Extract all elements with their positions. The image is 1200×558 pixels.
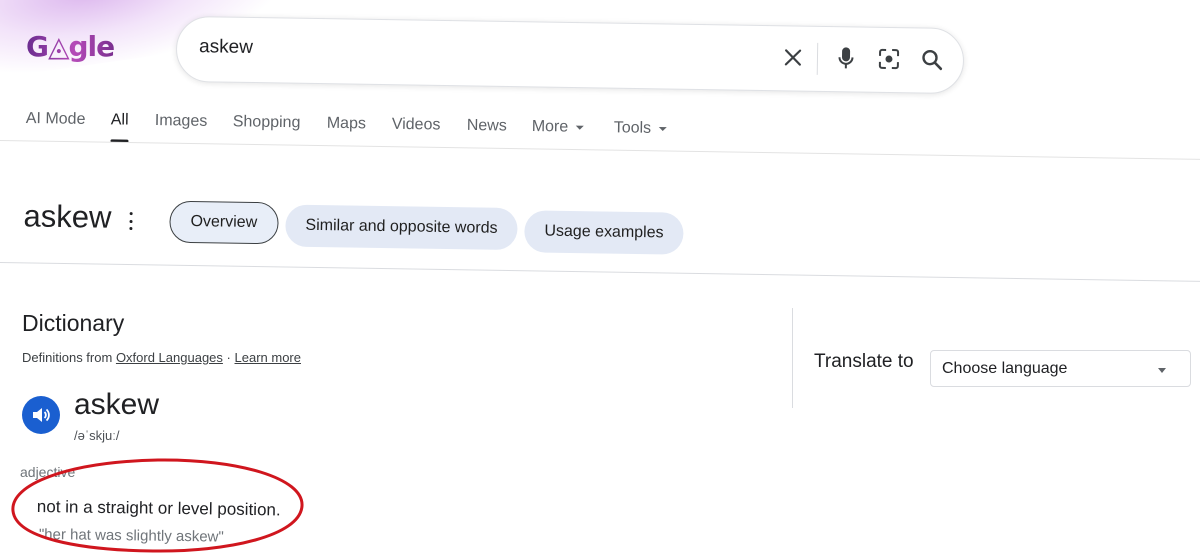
tab-more[interactable]: More — [532, 118, 585, 137]
phonetic: /əˈskjuː/ — [74, 428, 120, 443]
search-box[interactable] — [175, 15, 965, 95]
dictionary-title: Dictionary — [22, 310, 125, 336]
search-divider — [816, 42, 819, 75]
dictionary-source: Definitions from Oxford Languages · Lear… — [22, 350, 301, 365]
tab-images[interactable]: Images — [155, 112, 208, 131]
more-vert-icon[interactable] — [123, 212, 137, 231]
tab-all[interactable]: All — [111, 111, 129, 129]
lens-camera-icon[interactable] — [877, 47, 901, 71]
part-of-speech: adjective — [20, 464, 76, 480]
clear-icon[interactable] — [781, 45, 805, 69]
tab-more-label: More — [531, 117, 569, 136]
search-input[interactable] — [198, 31, 760, 72]
tab-tools-label: Tools — [613, 119, 652, 137]
language-select-value: Choose language — [942, 360, 1068, 377]
chip-overview[interactable]: Overview — [169, 200, 279, 245]
source-separator: · — [226, 350, 231, 365]
logo-text: G◬gle — [26, 29, 115, 63]
usage-example: "her hat was slightly askew" — [38, 526, 224, 546]
column-divider — [792, 308, 793, 408]
search-icon[interactable] — [920, 47, 944, 71]
headword: askew — [74, 388, 160, 421]
tab-tools[interactable]: Tools — [614, 119, 668, 138]
tab-ai-mode[interactable]: AI Mode — [26, 110, 86, 129]
pronunciation-button[interactable] — [22, 396, 60, 434]
tab-maps[interactable]: Maps — [327, 115, 366, 134]
tab-videos[interactable]: Videos — [392, 116, 441, 135]
search-tabs: AI Mode All Images Shopping Maps Videos … — [25, 108, 1199, 166]
chip-usage-examples[interactable]: Usage examples — [524, 210, 684, 255]
tab-shopping[interactable]: Shopping — [233, 113, 301, 132]
chip-similar-opposite[interactable]: Similar and opposite words — [285, 204, 518, 251]
learn-more-link[interactable]: Learn more — [235, 350, 301, 365]
language-select[interactable]: Choose language — [930, 350, 1191, 387]
google-doodle-logo[interactable]: G◬gle — [26, 26, 115, 66]
oxford-languages-link[interactable]: Oxford Languages — [116, 350, 223, 365]
microphone-icon[interactable] — [834, 46, 858, 70]
translate-label: Translate to — [814, 351, 914, 372]
tab-news[interactable]: News — [467, 117, 507, 136]
chevron-down-icon — [659, 126, 668, 131]
speaker-icon — [33, 408, 50, 422]
chevron-down-icon — [576, 125, 585, 130]
source-prefix: Definitions from — [22, 350, 113, 365]
word-title: askew — [23, 198, 112, 235]
word-header: askew Overview Similar and opposite word… — [0, 190, 1200, 289]
definition: not in a straight or level position. — [36, 497, 281, 520]
dropdown-caret-icon — [1158, 368, 1166, 373]
